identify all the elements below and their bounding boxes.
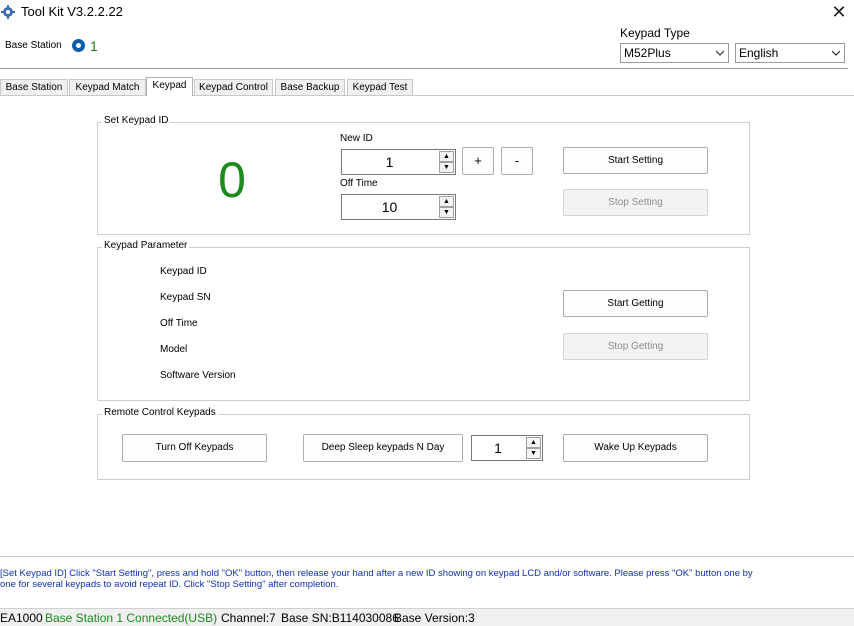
chevron-up-icon[interactable]: ▲ (439, 151, 454, 162)
base-station-radio[interactable] (72, 39, 85, 52)
sleep-days-stepper[interactable]: 1 ▲ ▼ (471, 435, 543, 461)
off-time-label: Off Time (340, 178, 378, 189)
tab-base-station[interactable]: Base Station (0, 79, 68, 95)
chevron-down-icon (832, 50, 840, 56)
decrement-button[interactable]: - (501, 147, 533, 175)
tab-base-backup[interactable]: Base Backup (275, 79, 345, 95)
chevron-down-icon[interactable]: ▼ (439, 162, 454, 173)
wake-up-keypads-button[interactable]: Wake Up Keypads (563, 434, 708, 462)
turn-off-keypads-button[interactable]: Turn Off Keypads (122, 434, 267, 462)
info-line-2: one for several keypads to avoid repeat … (0, 579, 339, 590)
new-id-value: 1 (385, 154, 394, 170)
status-channel: Channel:7 (221, 611, 276, 625)
sleep-days-arrows[interactable]: ▲ ▼ (526, 437, 541, 459)
chevron-down-icon[interactable]: ▼ (526, 448, 541, 459)
chevron-down-icon (716, 50, 724, 56)
language-value: English (739, 46, 779, 60)
off-time-value: 10 (381, 199, 398, 215)
remote-control-title: Remote Control Keypads (102, 407, 218, 418)
off-time-arrows[interactable]: ▲ ▼ (439, 196, 454, 218)
gear-icon (1, 5, 15, 19)
deep-sleep-keypads-button[interactable]: Deep Sleep keypads N Day (303, 434, 463, 462)
current-keypad-id: 0 (218, 152, 246, 208)
window-title: Tool Kit V3.2.2.22 (21, 4, 123, 19)
start-getting-button[interactable]: Start Getting (563, 290, 708, 317)
new-id-label: New ID (340, 133, 373, 144)
set-keypad-id-title: Set Keypad ID (102, 115, 171, 126)
param-keypad-sn-label: Keypad SN (160, 292, 211, 303)
status-bar: EA1000 Base Station 1 Connected(USB) Cha… (0, 608, 854, 626)
status-model: EA1000 (0, 611, 43, 625)
off-time-stepper[interactable]: 10 ▲ ▼ (341, 194, 456, 220)
param-model-label: Model (160, 344, 188, 355)
stop-getting-button[interactable]: Stop Getting (563, 333, 708, 360)
keypad-parameter-title: Keypad Parameter (102, 240, 190, 251)
base-station-number: 1 (90, 38, 98, 54)
status-base-version: Base Version:3 (394, 611, 475, 625)
base-station-label: Base Station (5, 40, 62, 51)
keypad-type-select[interactable]: M52Plus (620, 43, 729, 63)
info-text: [Set Keypad ID] Click "Start Setting", p… (0, 568, 854, 590)
sleep-days-value: 1 (494, 440, 502, 456)
status-base-sn: Base SN:B114030086 (281, 611, 399, 625)
keypad-type-value: M52Plus (624, 46, 671, 60)
increment-button[interactable]: + (462, 147, 494, 175)
param-software-version-label: Software Version (160, 370, 236, 381)
tab-keypad-test[interactable]: Keypad Test (347, 79, 413, 95)
chevron-down-icon[interactable]: ▼ (439, 207, 454, 218)
tab-keypad-control[interactable]: Keypad Control (194, 79, 273, 95)
status-connection: Base Station 1 Connected(USB) (45, 611, 218, 625)
keypad-type-label: Keypad Type (620, 26, 690, 40)
info-line-1: [Set Keypad ID] Click "Start Setting", p… (0, 568, 753, 579)
close-icon[interactable]: ✕ (828, 1, 850, 23)
tab-keypad-match[interactable]: Keypad Match (69, 79, 146, 95)
param-keypad-id-label: Keypad ID (160, 266, 207, 277)
new-id-stepper[interactable]: 1 ▲ ▼ (341, 149, 456, 175)
param-off-time-label: Off Time (160, 318, 198, 329)
header-divider (0, 68, 848, 69)
tab-keypad[interactable]: Keypad (146, 77, 193, 96)
language-select[interactable]: English (735, 43, 845, 63)
chevron-up-icon[interactable]: ▲ (526, 437, 541, 448)
new-id-arrows[interactable]: ▲ ▼ (439, 151, 454, 173)
info-divider (0, 556, 854, 557)
chevron-up-icon[interactable]: ▲ (439, 196, 454, 207)
start-setting-button[interactable]: Start Setting (563, 147, 708, 174)
stop-setting-button[interactable]: Stop Setting (563, 189, 708, 216)
title-bar (0, 0, 854, 24)
